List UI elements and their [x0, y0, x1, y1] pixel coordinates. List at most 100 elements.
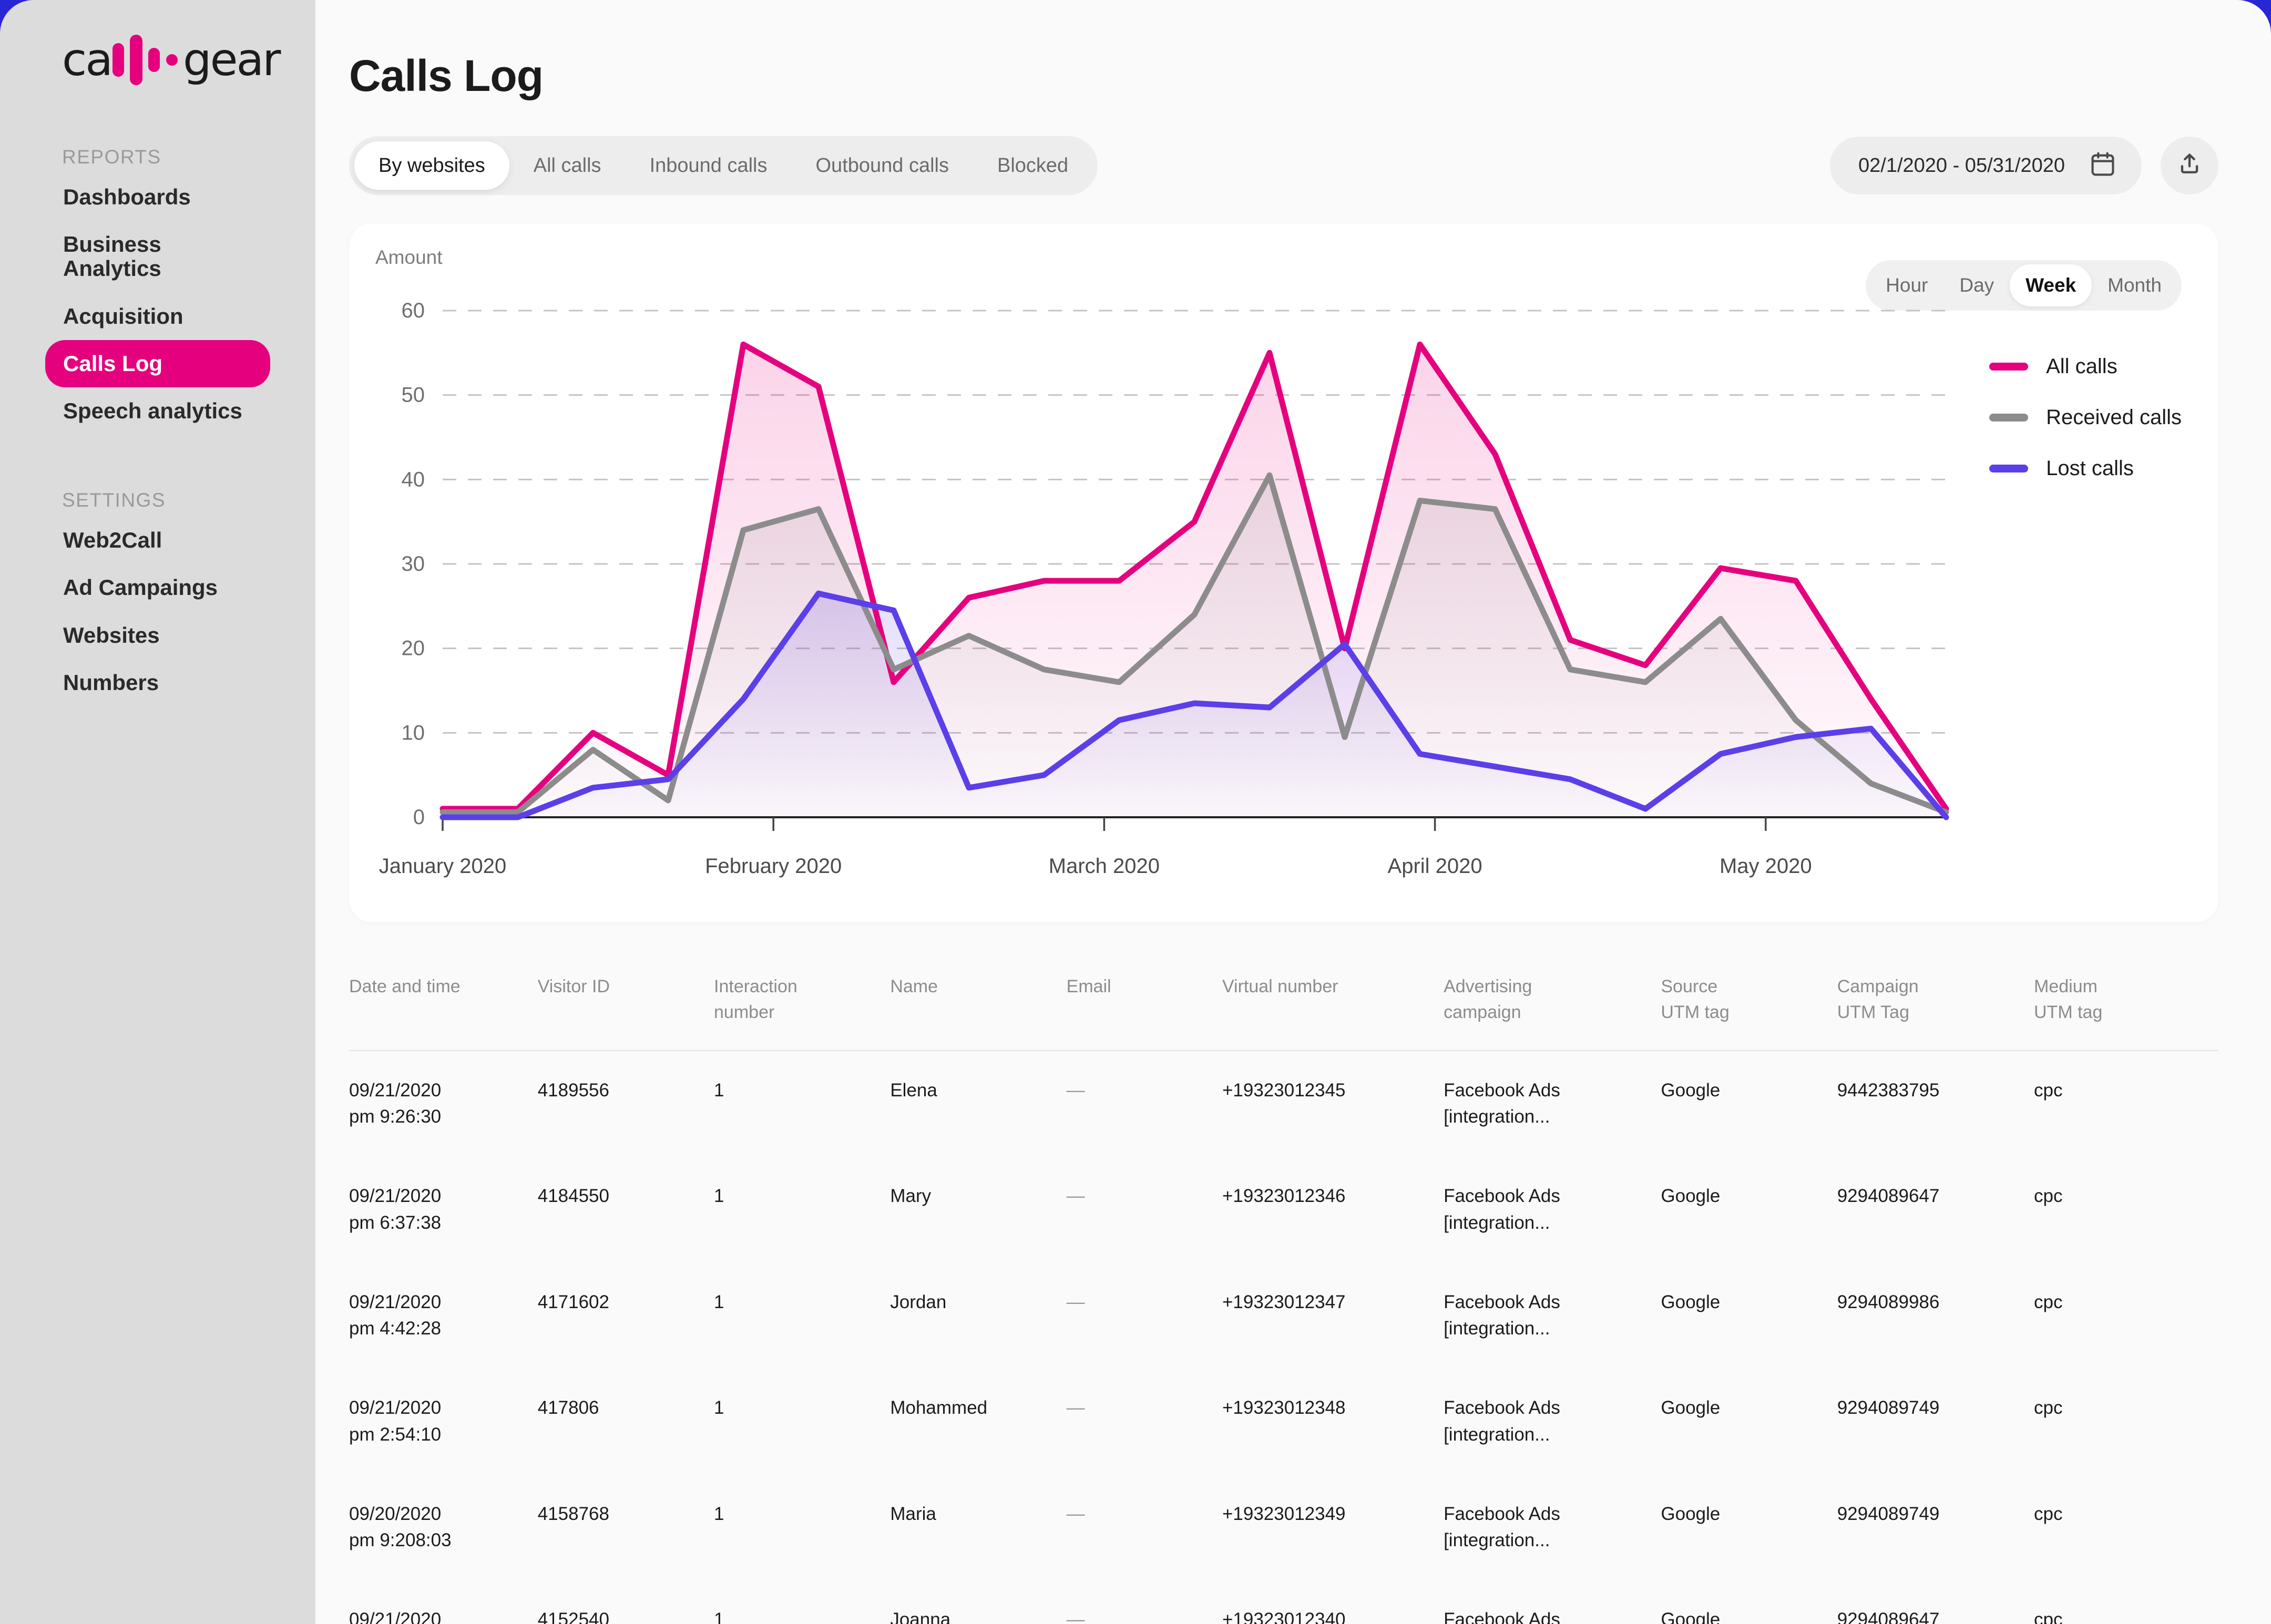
cell-visitor-id[interactable]: 417806	[538, 1369, 714, 1475]
cell-visitor-id[interactable]: 4189556	[538, 1051, 714, 1157]
logo-text-right: gear	[183, 37, 280, 83]
sidebar-item-numbers[interactable]: Numbers	[45, 659, 270, 706]
chart-y-axis-title: Amount	[375, 246, 443, 269]
cell-interaction-number[interactable]: 1	[714, 1263, 890, 1369]
cell-medium-utm-tag: cpc	[2034, 1051, 2218, 1157]
cell-email: —	[1067, 1369, 1222, 1475]
col-header-medium-utm-tag[interactable]: MediumUTM tag	[2034, 959, 2218, 1051]
x-axis-tick-label: March 2020	[1049, 855, 1160, 878]
col-header-name[interactable]: Name	[890, 959, 1066, 1051]
table-row[interactable]: 09/21/2020pm 9:26:3041895561Elena—+19323…	[349, 1051, 2218, 1157]
sidebar: ca gear REPORTS Dashboards Business Anal…	[0, 0, 315, 1624]
cell-campaign-utm-tag: 9294089749	[1837, 1369, 2034, 1475]
table-row[interactable]: 09/21/2020pm 4:42:2841716021Jordan—+1932…	[349, 1263, 2218, 1369]
col-header-advertising-campaign[interactable]: Advertisingcampaign	[1444, 959, 1661, 1051]
col-header-virtual-number[interactable]: Virtual number	[1222, 959, 1444, 1051]
cell-interaction-number[interactable]: 1	[714, 1580, 890, 1624]
cell-medium-utm-tag: cpc	[2034, 1475, 2218, 1581]
col-header-email[interactable]: Email	[1067, 959, 1222, 1051]
sidebar-item-web2call[interactable]: Web2Call	[45, 517, 270, 564]
sidebar-item-acquisition[interactable]: Acquisition	[45, 293, 270, 340]
cell-email: —	[1067, 1263, 1222, 1369]
col-header-visitor-id[interactable]: Visitor ID	[538, 959, 714, 1051]
table-row[interactable]: 09/21/2020pm 6:37:3841845501Mary—+193230…	[349, 1157, 2218, 1263]
cell-interaction-number[interactable]: 1	[714, 1051, 890, 1157]
y-axis-tick-label: 20	[402, 637, 425, 660]
table-row[interactable]: 09/21/2020pm 2:54:104178061Mohammed—+193…	[349, 1369, 2218, 1475]
x-axis-tick-label: January 2020	[379, 855, 506, 878]
granularity-month[interactable]: Month	[2092, 264, 2177, 306]
cell-visitor-id[interactable]: 4184550	[538, 1157, 714, 1263]
cell-date-and-time: 09/21/2020pm 6:37:38	[349, 1157, 538, 1263]
sidebar-nav-reports: Dashboards Business Analytics Acquisitio…	[0, 173, 315, 435]
col-header-medium-utm-tag-l1: Medium	[2034, 977, 2098, 996]
app-logo[interactable]: ca gear	[0, 0, 315, 84]
cell-virtual-number: +19323012346	[1222, 1157, 1444, 1263]
cell-visitor-id[interactable]: 4158768	[538, 1475, 714, 1581]
tab-by-websites[interactable]: By websites	[354, 141, 509, 190]
cell-date-and-time: 09/21/2020pm 2:54:10	[349, 1369, 538, 1475]
cell-advertising-campaign: Facebook Ads[integration...	[1444, 1369, 1661, 1475]
col-header-interaction-number-l2: number	[714, 1002, 774, 1022]
x-axis-tick-label: February 2020	[705, 855, 842, 878]
tab-all-calls[interactable]: All calls	[509, 141, 626, 190]
cell-name: Elena	[890, 1051, 1066, 1157]
y-axis-tick-label: 10	[402, 721, 425, 744]
granularity-day[interactable]: Day	[1943, 264, 2010, 306]
calls-area-chart: 0102030405060January 2020February 2020Ma…	[374, 292, 1951, 886]
sidebar-section-settings-label: SETTINGS	[62, 489, 315, 511]
tab-inbound-calls[interactable]: Inbound calls	[626, 141, 792, 190]
tab-outbound-calls[interactable]: Outbound calls	[792, 141, 974, 190]
cell-advertising-campaign: Facebook Ads[integration...	[1444, 1157, 1661, 1263]
cell-visitor-id[interactable]: 4171602	[538, 1263, 714, 1369]
sidebar-item-websites[interactable]: Websites	[45, 612, 270, 659]
legend-item-received-calls[interactable]: Received calls	[1989, 406, 2182, 429]
cell-visitor-id[interactable]: 4152540	[538, 1580, 714, 1624]
y-axis-tick-label: 30	[402, 552, 425, 575]
col-header-campaign-utm-tag[interactable]: CampaignUTM Tag	[1837, 959, 2034, 1051]
sidebar-nav-settings: Web2Call Ad Campaings Websites Numbers	[0, 517, 315, 706]
cell-date-and-time: 09/21/2020am 10:07:43	[349, 1580, 538, 1624]
y-axis-tick-label: 50	[402, 384, 425, 407]
cell-advertising-campaign: Facebook Ads[integration...	[1444, 1475, 1661, 1581]
calendar-icon	[2089, 150, 2116, 181]
col-header-date-and-time[interactable]: Date and time	[349, 959, 538, 1051]
x-axis-tick-label: May 2020	[1720, 855, 1812, 878]
cell-medium-utm-tag: cpc	[2034, 1369, 2218, 1475]
cell-advertising-campaign: Facebook Ads[integration...	[1444, 1263, 1661, 1369]
tab-blocked[interactable]: Blocked	[973, 141, 1092, 190]
y-axis-tick-label: 60	[402, 299, 425, 322]
export-button[interactable]	[2161, 137, 2218, 194]
table-row[interactable]: 09/21/2020am 10:07:4341525401Joanna—+193…	[349, 1580, 2218, 1624]
cell-email: —	[1067, 1475, 1222, 1581]
col-header-name-l1: Name	[890, 977, 938, 996]
cell-interaction-number[interactable]: 1	[714, 1475, 890, 1581]
export-upload-icon	[2176, 151, 2203, 181]
sidebar-item-business-analytics[interactable]: Business Analytics	[45, 221, 270, 292]
sidebar-item-ad-campaings[interactable]: Ad Campaings	[45, 564, 270, 611]
legend-label-all-calls: All calls	[2046, 355, 2117, 378]
cell-date-and-time: 09/20/2020pm 9:208:03	[349, 1475, 538, 1581]
sidebar-item-dashboards[interactable]: Dashboards	[45, 173, 270, 221]
granularity-week[interactable]: Week	[2010, 264, 2092, 306]
tab-bar: By websites All calls Inbound calls Outb…	[349, 136, 1098, 195]
sidebar-item-speech-analytics[interactable]: Speech analytics	[45, 387, 270, 435]
cell-campaign-utm-tag: 9294089647	[1837, 1580, 2034, 1624]
table-row[interactable]: 09/20/2020pm 9:208:0341587681Maria—+1932…	[349, 1475, 2218, 1581]
cell-virtual-number: +19323012347	[1222, 1263, 1444, 1369]
chart-plot-area: 0102030405060January 2020February 2020Ma…	[374, 292, 1951, 886]
col-header-source-utm-tag[interactable]: SourceUTM tag	[1661, 959, 1837, 1051]
cell-advertising-campaign: Facebook Ads[integration...	[1444, 1051, 1661, 1157]
sidebar-item-calls-log[interactable]: Calls Log	[45, 340, 270, 387]
cell-interaction-number[interactable]: 1	[714, 1369, 890, 1475]
cell-name: Maria	[890, 1475, 1066, 1581]
col-header-campaign-utm-tag-l1: Campaign	[1837, 977, 1919, 996]
cell-source-utm-tag: Google	[1661, 1051, 1837, 1157]
col-header-interaction-number[interactable]: Interactionnumber	[714, 959, 890, 1051]
legend-label-lost-calls: Lost calls	[2046, 457, 2134, 480]
cell-interaction-number[interactable]: 1	[714, 1157, 890, 1263]
legend-item-lost-calls[interactable]: Lost calls	[1989, 457, 2182, 480]
legend-item-all-calls[interactable]: All calls	[1989, 355, 2182, 378]
date-range-picker[interactable]: 02/1/2020 - 05/31/2020	[1830, 137, 2142, 194]
calls-table-body: 09/21/2020pm 9:26:3041895561Elena—+19323…	[349, 1051, 2218, 1624]
